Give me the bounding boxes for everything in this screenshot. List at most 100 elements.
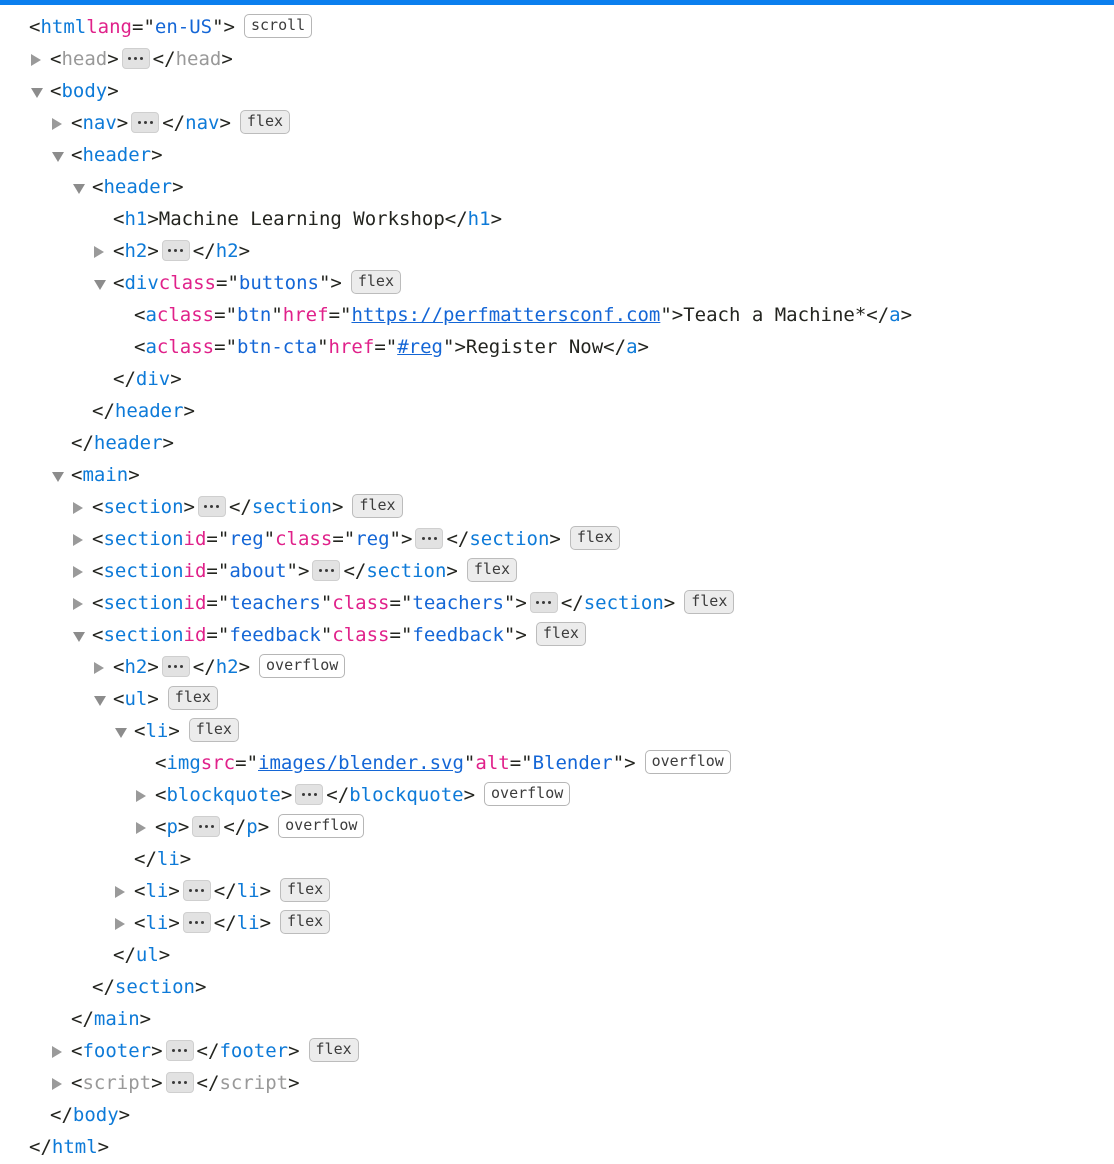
dom-node[interactable]: < h1 > Machine Learning Workshop </h1 > — [113, 203, 502, 235]
dom-node[interactable]: < blockquote > </blockquote > — [155, 779, 475, 811]
layout-badge-flex[interactable]: flex — [350, 270, 401, 294]
disclosure-triangle-closed[interactable] — [115, 885, 128, 898]
dom-node[interactable]: </html > — [29, 1131, 109, 1163]
dom-node[interactable]: < header > — [71, 139, 163, 171]
expand-ellipsis-button[interactable] — [415, 527, 444, 549]
disclosure-triangle-open[interactable] — [115, 725, 128, 738]
dom-node[interactable]: </header > — [92, 395, 195, 427]
dom-node[interactable]: < img src = " images/blender.svg " alt = " Blend… — [155, 747, 636, 779]
dom-node[interactable]: < h2 > </h2 > — [113, 651, 250, 683]
tag-bracket: </ — [560, 592, 584, 614]
expand-ellipsis-button[interactable] — [182, 879, 211, 901]
disclosure-triangle-closed[interactable] — [136, 821, 149, 834]
layout-badge-flex[interactable]: flex — [684, 590, 735, 614]
dom-tree-row: < section id = " reg " class = " reg " > </section >… — [0, 523, 1114, 555]
tag-bracket: > — [147, 208, 159, 230]
disclosure-triangle-closed[interactable] — [73, 533, 86, 546]
dom-node[interactable]: < div class = " buttons " > — [113, 267, 342, 299]
dom-node[interactable]: < section > </section > — [92, 491, 343, 523]
tag-bracket: < — [155, 816, 167, 838]
dom-node[interactable]: < html lang = " en-US " > — [29, 11, 235, 43]
dom-node[interactable]: < section id = " reg " class = " reg " > </section > — [92, 523, 561, 555]
layout-badge-flex[interactable]: flex — [352, 494, 403, 518]
expand-ellipsis-button[interactable] — [192, 815, 221, 837]
dom-node[interactable]: </main > — [71, 1003, 151, 1035]
layout-badge-flex[interactable]: flex — [280, 878, 331, 902]
layout-badge-flex[interactable]: flex — [535, 622, 586, 646]
disclosure-triangle-closed[interactable] — [73, 565, 86, 578]
expand-ellipsis-button[interactable] — [312, 559, 341, 581]
disclosure-triangle-closed[interactable] — [73, 597, 86, 610]
dom-node[interactable]: </section > — [92, 971, 206, 1003]
disclosure-triangle-closed[interactable] — [136, 789, 149, 802]
dom-node[interactable]: < main > — [71, 459, 140, 491]
expand-ellipsis-button[interactable] — [121, 47, 150, 69]
disclosure-triangle-open[interactable] — [73, 181, 86, 194]
dom-node[interactable]: < script > </script > — [71, 1067, 300, 1099]
dom-node[interactable]: < li > </li > — [134, 907, 271, 939]
dom-node[interactable]: < section id = " about " > </section > — [92, 555, 458, 587]
disclosure-triangle-open[interactable] — [52, 469, 65, 482]
disclosure-triangle-closed[interactable] — [52, 1045, 65, 1058]
layout-badge-overflow[interactable]: overflow — [644, 750, 731, 774]
expand-ellipsis-button[interactable] — [182, 911, 211, 933]
expand-ellipsis-button[interactable] — [165, 1071, 194, 1093]
dom-node[interactable]: </div > — [113, 363, 182, 395]
layout-badge-overflow[interactable]: overflow — [484, 782, 571, 806]
layout-badge-flex[interactable]: flex — [466, 558, 517, 582]
disclosure-triangle-closed[interactable] — [73, 501, 86, 514]
tag-bracket: > — [183, 496, 195, 518]
dom-node[interactable]: < nav > </nav > — [71, 107, 231, 139]
dom-node[interactable]: < li > — [134, 715, 180, 747]
dom-node[interactable]: < ul > — [113, 683, 159, 715]
dom-node[interactable]: < p > </p > — [155, 811, 269, 843]
layout-badge-flex[interactable]: flex — [308, 1038, 359, 1062]
disclosure-triangle-closed[interactable] — [115, 917, 128, 930]
expand-ellipsis-button[interactable] — [131, 111, 160, 133]
disclosure-triangle-open[interactable] — [31, 85, 44, 98]
dom-node[interactable]: </li > — [134, 843, 191, 875]
dom-node[interactable]: < section id = " teachers " class = " teachers " >… — [92, 587, 675, 619]
layout-badge-flex[interactable]: flex — [239, 110, 291, 134]
dom-node[interactable]: </body > — [50, 1099, 130, 1131]
layout-badge-flex[interactable]: flex — [167, 686, 218, 710]
layout-badge-flex[interactable]: flex — [188, 718, 239, 742]
expand-ellipsis-button[interactable] — [161, 655, 190, 677]
disclosure-triangle-closed[interactable] — [52, 117, 65, 130]
dom-node[interactable]: < li > </li > — [134, 875, 271, 907]
ellipsis-dot — [184, 1048, 188, 1052]
dom-node[interactable]: < body > — [50, 75, 119, 107]
disclosure-triangle-closed[interactable] — [94, 661, 107, 674]
disclosure-triangle-open[interactable] — [94, 693, 107, 706]
expand-ellipsis-button[interactable] — [161, 239, 190, 261]
dom-node[interactable]: < footer > </footer > — [71, 1035, 300, 1067]
dom-node[interactable]: < a class = " btn-cta " href = " #reg " > Register … — [134, 331, 649, 363]
expand-ellipsis-button[interactable] — [295, 783, 324, 805]
layout-badge-flex[interactable]: flex — [280, 910, 331, 934]
layout-badge-flex[interactable]: flex — [569, 526, 620, 550]
expand-ellipsis-button[interactable] — [529, 591, 558, 613]
disclosure-triangle-closed[interactable] — [31, 53, 44, 66]
layout-badge-scroll[interactable]: scroll — [244, 14, 313, 38]
dom-node[interactable]: </ul > — [113, 939, 170, 971]
dom-node[interactable]: < head > </head > — [50, 43, 233, 75]
dom-node[interactable]: < a class = " btn " href = " https://perfmatters… — [134, 299, 912, 331]
disclosure-triangle-closed[interactable] — [94, 245, 107, 258]
layout-badge-overflow[interactable]: overflow — [259, 654, 346, 678]
tag-name: li — [145, 912, 169, 934]
dom-node[interactable]: < header > — [92, 171, 184, 203]
expand-ellipsis-button[interactable] — [165, 1039, 194, 1061]
disclosure-triangle-closed[interactable] — [52, 1077, 65, 1090]
attr-quote: " — [612, 752, 625, 774]
disclosure-triangle-open[interactable] — [52, 149, 65, 162]
expand-ellipsis-button[interactable] — [197, 495, 226, 517]
dom-node[interactable]: < h2 > </h2 > — [113, 235, 250, 267]
dom-node[interactable]: < section id = " feedback " class = " feedback " > — [92, 619, 527, 651]
tag-bracket: > — [238, 656, 251, 678]
layout-badge-overflow[interactable]: overflow — [278, 814, 365, 838]
ellipsis-dot — [184, 1080, 188, 1084]
disclosure-triangle-open[interactable] — [73, 629, 86, 642]
dom-node[interactable]: </header > — [71, 427, 174, 459]
disclosure-triangle-open[interactable] — [94, 277, 107, 290]
